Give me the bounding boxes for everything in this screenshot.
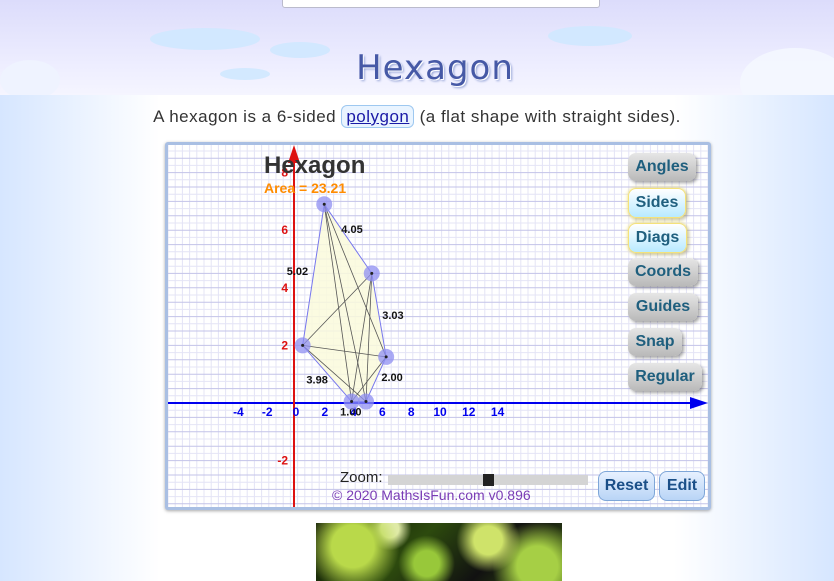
zoom-label: Zoom: — [340, 469, 383, 486]
y-tick-label: 6 — [281, 223, 288, 237]
intro-before: A hexagon is a 6-sided — [153, 107, 342, 126]
x-tick-label: -2 — [262, 405, 273, 419]
edit-button[interactable]: Edit — [659, 471, 705, 501]
vertex-dot — [370, 271, 374, 275]
snap-button[interactable]: Snap — [628, 328, 682, 356]
cloud-decoration — [220, 68, 270, 80]
bubble-photo — [316, 523, 562, 581]
intro-after: (a flat shape with straight sides). — [414, 107, 681, 126]
sides-button[interactable]: Sides — [628, 188, 686, 218]
x-tick-label: 10 — [433, 405, 447, 419]
vertex-dot — [384, 355, 388, 359]
x-tick-label: 2 — [321, 405, 328, 419]
cloud-decoration — [150, 28, 260, 50]
side-length-label: 2.00 — [381, 372, 402, 384]
x-tick-label: 0 — [293, 405, 300, 419]
guides-button[interactable]: Guides — [628, 293, 698, 321]
angles-button[interactable]: Angles — [628, 153, 696, 181]
polygon-link[interactable]: polygon — [341, 105, 415, 128]
reset-button[interactable]: Reset — [598, 471, 655, 501]
zoom-slider-thumb[interactable] — [483, 474, 494, 486]
vertex-dot — [350, 400, 354, 404]
diags-button[interactable]: Diags — [628, 223, 687, 253]
copyright-text: © 2020 MathsIsFun.com v0.896 — [332, 487, 531, 503]
search-bar[interactable] — [282, 0, 600, 8]
coords-button[interactable]: Coords — [628, 258, 698, 286]
side-length-label: 3.98 — [306, 374, 327, 386]
y-tick-label: -2 — [277, 454, 288, 468]
app-title: Hexagon — [264, 152, 365, 179]
x-tick-label: 14 — [491, 405, 505, 419]
x-tick-label: 6 — [379, 405, 386, 419]
vertex-dot — [301, 343, 305, 347]
page-title: Hexagon — [356, 48, 514, 88]
page-side-gradient — [0, 95, 160, 581]
vertex-dot — [322, 202, 326, 206]
cloud-decoration — [0, 60, 60, 100]
side-length-label: 3.03 — [382, 310, 403, 322]
side-length-label: 5.02 — [287, 266, 308, 278]
area-readout: Area = 23.21 — [264, 180, 346, 196]
regular-button[interactable]: Regular — [628, 363, 702, 391]
x-axis-arrow — [690, 397, 708, 409]
y-tick-label: 4 — [281, 281, 288, 295]
intro-text: A hexagon is a 6-sided polygon (a flat s… — [0, 105, 834, 128]
x-tick-label: 12 — [462, 405, 476, 419]
x-tick-label: 8 — [408, 405, 415, 419]
y-tick-label: 2 — [281, 338, 288, 352]
vertex-dot — [364, 400, 368, 404]
x-tick-label: -4 — [233, 405, 244, 419]
side-length-label: 4.05 — [341, 224, 362, 236]
cloud-decoration — [548, 26, 632, 46]
plot-canvas[interactable]: -4 -2 0 2 4 6 8 10 12 14-224684.053.032.001.003.9… — [168, 145, 708, 507]
hexagon-app: -4 -2 0 2 4 6 8 10 12 14 -2 2 4 6 8 4.05 3.03 2.00 1.00 3.9… — [168, 145, 708, 507]
